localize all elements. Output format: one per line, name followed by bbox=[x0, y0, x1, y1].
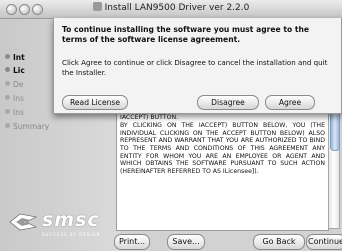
step-label: Int bbox=[13, 53, 25, 62]
save-button[interactable]: Save... bbox=[167, 234, 205, 250]
step-introduction: Int bbox=[5, 52, 25, 64]
disagree-button[interactable]: Disagree bbox=[197, 95, 259, 110]
step-bullet-icon bbox=[5, 109, 10, 114]
step-installation-type: Ins bbox=[5, 93, 24, 105]
step-label: Lic bbox=[13, 66, 25, 75]
title-bar[interactable]: Install LAN9500 Driver ver 2.2.0 bbox=[0, 0, 342, 19]
dialog-message: Click Agree to continue or click Disagre… bbox=[62, 58, 328, 77]
agree-button[interactable]: Agree bbox=[265, 95, 315, 110]
step-bullet-icon bbox=[5, 67, 10, 72]
read-license-button[interactable]: Read License bbox=[62, 95, 128, 110]
dialog-question: To continue installing the software you … bbox=[62, 25, 310, 44]
step-installation: Ins bbox=[5, 107, 24, 119]
continue-button[interactable]: Continue bbox=[306, 234, 342, 250]
window-title: Install LAN9500 Driver ver 2.2.0 bbox=[104, 3, 250, 13]
step-license: Lic bbox=[5, 65, 25, 77]
step-summary: Summary bbox=[5, 121, 49, 133]
step-bullet-icon bbox=[5, 95, 10, 100]
step-bullet-icon bbox=[5, 81, 10, 86]
smsc-logo: smsc SUCCESS BY DESIGN bbox=[8, 209, 120, 249]
step-label: Summary bbox=[13, 122, 50, 131]
license-agreement-dialog: To continue installing the software you … bbox=[53, 18, 342, 114]
step-destination: De bbox=[5, 79, 23, 91]
print-button[interactable]: Print... bbox=[114, 234, 150, 250]
logo-tagline: SUCCESS BY DESIGN bbox=[42, 232, 101, 237]
step-bullet-icon bbox=[5, 123, 10, 128]
window-title-wrap: Install LAN9500 Driver ver 2.2.0 bbox=[0, 2, 342, 13]
step-bullet-icon bbox=[5, 54, 10, 59]
step-label: De bbox=[13, 80, 24, 89]
installer-window: Install LAN9500 Driver ver 2.2.0 Int Lic… bbox=[0, 0, 342, 251]
logo-wordmark: smsc bbox=[42, 209, 100, 231]
go-back-button[interactable]: Go Back bbox=[253, 234, 305, 250]
step-label: Ins bbox=[13, 94, 24, 103]
step-label: Ins bbox=[13, 108, 24, 117]
smsc-logo-mark-icon bbox=[9, 213, 37, 231]
installer-package-icon bbox=[92, 2, 102, 11]
